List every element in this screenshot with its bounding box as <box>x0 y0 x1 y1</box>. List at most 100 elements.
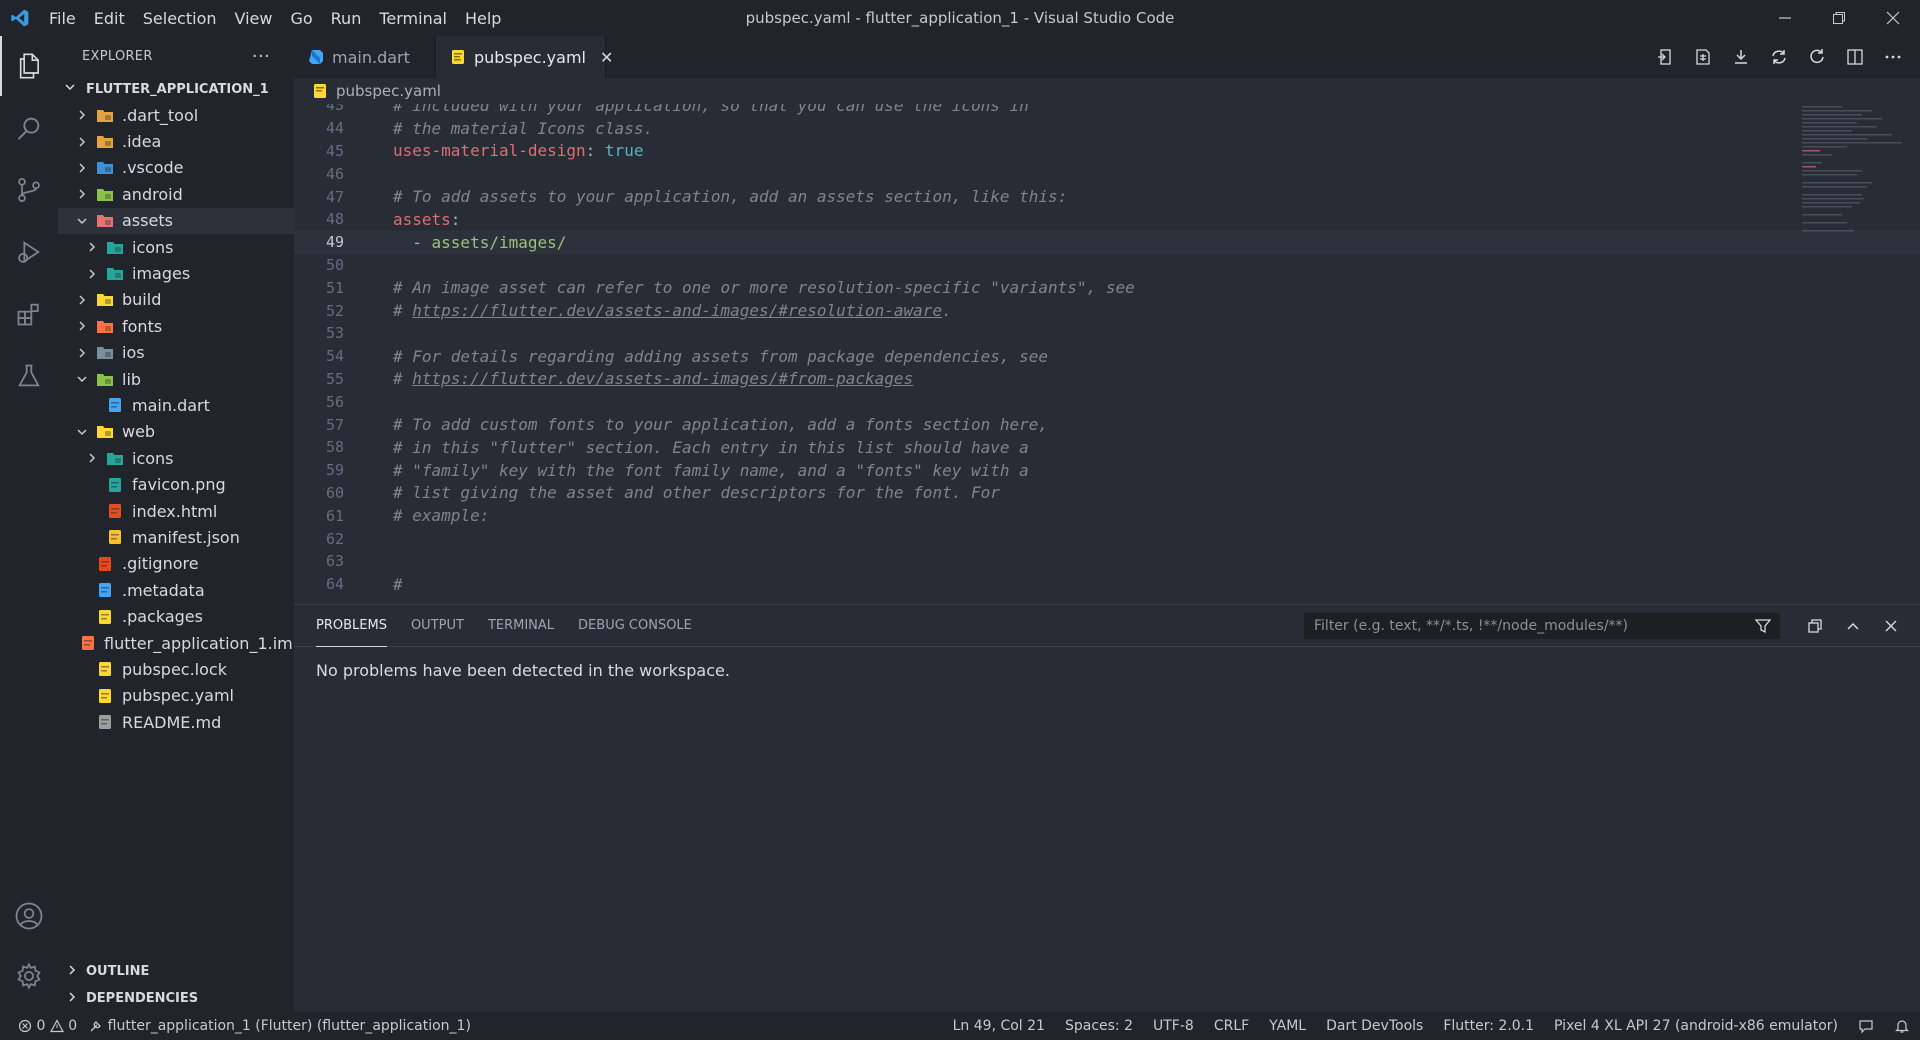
tree-item[interactable]: ios <box>58 340 294 366</box>
open-dart-devtools-icon[interactable] <box>1646 42 1684 72</box>
tab-problems[interactable]: PROBLEMS <box>316 605 387 647</box>
menu-view[interactable]: View <box>226 9 282 28</box>
tree-item[interactable]: android <box>58 181 294 207</box>
tree-item[interactable]: favicon.png <box>58 471 294 497</box>
tree-item-label: main.dart <box>132 395 210 415</box>
chevron-right-icon <box>66 991 78 1007</box>
indentation[interactable]: Spaces: 2 <box>1065 1018 1133 1034</box>
run-debug-icon[interactable] <box>0 222 58 282</box>
filter-icon[interactable] <box>1754 617 1772 639</box>
tree-item[interactable]: icons <box>58 445 294 471</box>
tree-item[interactable]: pubspec.yaml <box>58 683 294 709</box>
title-bar: File Edit Selection View Go Run Terminal… <box>0 0 1920 36</box>
tree-item[interactable]: build <box>58 287 294 313</box>
tree-item[interactable]: .idea <box>58 128 294 154</box>
menu-go[interactable]: Go <box>281 9 321 28</box>
tree-item[interactable]: README.md <box>58 709 294 735</box>
more-actions-icon[interactable]: ··· <box>252 46 270 67</box>
tree-item[interactable]: .dart_tool <box>58 102 294 128</box>
image-file-icon <box>106 477 124 493</box>
hot-restart-icon[interactable] <box>1798 42 1836 72</box>
accounts-icon[interactable] <box>0 886 58 946</box>
tab-pubspec-yaml[interactable]: pubspec.yaml ✕ <box>436 36 613 78</box>
testing-flask-icon[interactable] <box>0 346 58 406</box>
get-packages-icon[interactable] <box>1722 42 1760 72</box>
explorer-icon[interactable] <box>0 36 58 96</box>
dependencies-section[interactable]: DEPENDENCIES <box>58 985 294 1012</box>
workspace-root[interactable]: FLUTTER_APPLICATION_1 <box>58 76 294 102</box>
manage-gear-icon[interactable] <box>0 946 58 1006</box>
tree-item[interactable]: flutter_application_1.iml <box>58 630 297 656</box>
language-mode[interactable]: YAML <box>1269 1018 1306 1034</box>
menu-file[interactable]: File <box>40 9 85 28</box>
tree-item[interactable]: main.dart <box>58 392 294 418</box>
folder-assets-icon <box>96 213 114 229</box>
feedback-icon[interactable] <box>1858 1018 1874 1034</box>
line-text: # example: <box>393 506 490 526</box>
tab-terminal[interactable]: TERMINAL <box>488 605 554 647</box>
tab-debug-console[interactable]: DEBUG CONSOLE <box>578 605 692 647</box>
search-icon[interactable] <box>0 98 58 158</box>
code-line: 60 # list giving the asset and other desc… <box>294 482 1920 505</box>
extensions-icon[interactable] <box>0 284 58 344</box>
encoding[interactable]: UTF-8 <box>1153 1018 1194 1034</box>
code-line: 45 uses-material-design: true <box>294 140 1920 163</box>
menu-run[interactable]: Run <box>322 9 371 28</box>
tree-item-label: fonts <box>122 316 163 336</box>
menu-edit[interactable]: Edit <box>85 9 134 28</box>
more-editor-actions-icon[interactable] <box>1874 42 1912 72</box>
code-line: 58 # in this "flutter" section. Each entr… <box>294 436 1920 459</box>
flutter-project-status[interactable]: flutter_application_1 (Flutter) (flutter… <box>89 1018 471 1034</box>
yaml-file-icon <box>312 83 328 99</box>
tree-item[interactable]: manifest.json <box>58 524 294 550</box>
source-control-icon[interactable] <box>0 160 58 220</box>
minimize-button[interactable] <box>1758 0 1812 36</box>
line-number: 47 <box>325 187 344 206</box>
chevron-right-icon <box>84 266 100 282</box>
tree-item-label: .dart_tool <box>122 105 199 125</box>
menu-selection[interactable]: Selection <box>134 9 226 28</box>
tree-item-label: manifest.json <box>132 527 240 547</box>
tree-item[interactable]: .gitignore <box>58 551 294 577</box>
maximize-panel-icon[interactable] <box>1834 611 1872 641</box>
upgrade-packages-icon[interactable] <box>1760 42 1798 72</box>
tree-item-label: icons <box>132 237 174 257</box>
line-ending[interactable]: CRLF <box>1214 1018 1249 1034</box>
problems-status[interactable]: 0 0 <box>18 1018 77 1034</box>
cursor-position[interactable]: Ln 49, Col 21 <box>953 1018 1045 1034</box>
tree-item[interactable]: pubspec.lock <box>58 656 294 682</box>
close-window-button[interactable] <box>1866 0 1920 36</box>
tab-output[interactable]: OUTPUT <box>411 605 464 647</box>
chevron-right-icon <box>74 160 90 176</box>
tree-item[interactable]: .vscode <box>58 155 294 181</box>
tree-item[interactable]: icons <box>58 234 294 260</box>
tree-item[interactable]: index.html <box>58 498 294 524</box>
tree-item[interactable]: fonts <box>58 313 294 339</box>
menu-help[interactable]: Help <box>456 9 510 28</box>
tree-item[interactable]: assets <box>58 207 294 234</box>
code-editor[interactable]: 43 # included with your application, so t… <box>294 104 1920 604</box>
restore-button[interactable] <box>1812 0 1866 36</box>
collapse-all-icon[interactable] <box>1796 611 1834 641</box>
dart-devtools[interactable]: Dart DevTools <box>1326 1018 1423 1034</box>
tree-item[interactable]: images <box>58 260 294 286</box>
split-editor-icon[interactable] <box>1836 42 1874 72</box>
close-panel-icon[interactable] <box>1872 611 1910 641</box>
tree-item[interactable]: web <box>58 419 294 445</box>
flutter-version[interactable]: Flutter: 2.0.1 <box>1443 1018 1534 1034</box>
breadcrumb[interactable]: pubspec.yaml <box>294 78 1920 104</box>
tree-item[interactable]: lib <box>58 366 294 392</box>
tree-item[interactable]: .metadata <box>58 577 294 603</box>
tree-item[interactable]: .packages <box>58 603 294 629</box>
device-selector[interactable]: Pixel 4 XL API 27 (android-x86 emulator) <box>1554 1018 1838 1034</box>
close-tab-icon[interactable]: ✕ <box>600 48 613 67</box>
open-changes-icon[interactable] <box>1684 42 1722 72</box>
notifications-bell-icon[interactable] <box>1894 1018 1910 1034</box>
tab-main-dart[interactable]: main.dart <box>294 36 436 78</box>
problems-filter-input[interactable]: Filter (e.g. text, **/*.ts, !**/node_mod… <box>1304 613 1780 639</box>
minimap[interactable] <box>1798 104 1908 244</box>
menu-terminal[interactable]: Terminal <box>370 9 456 28</box>
outline-section[interactable]: OUTLINE <box>58 958 294 985</box>
